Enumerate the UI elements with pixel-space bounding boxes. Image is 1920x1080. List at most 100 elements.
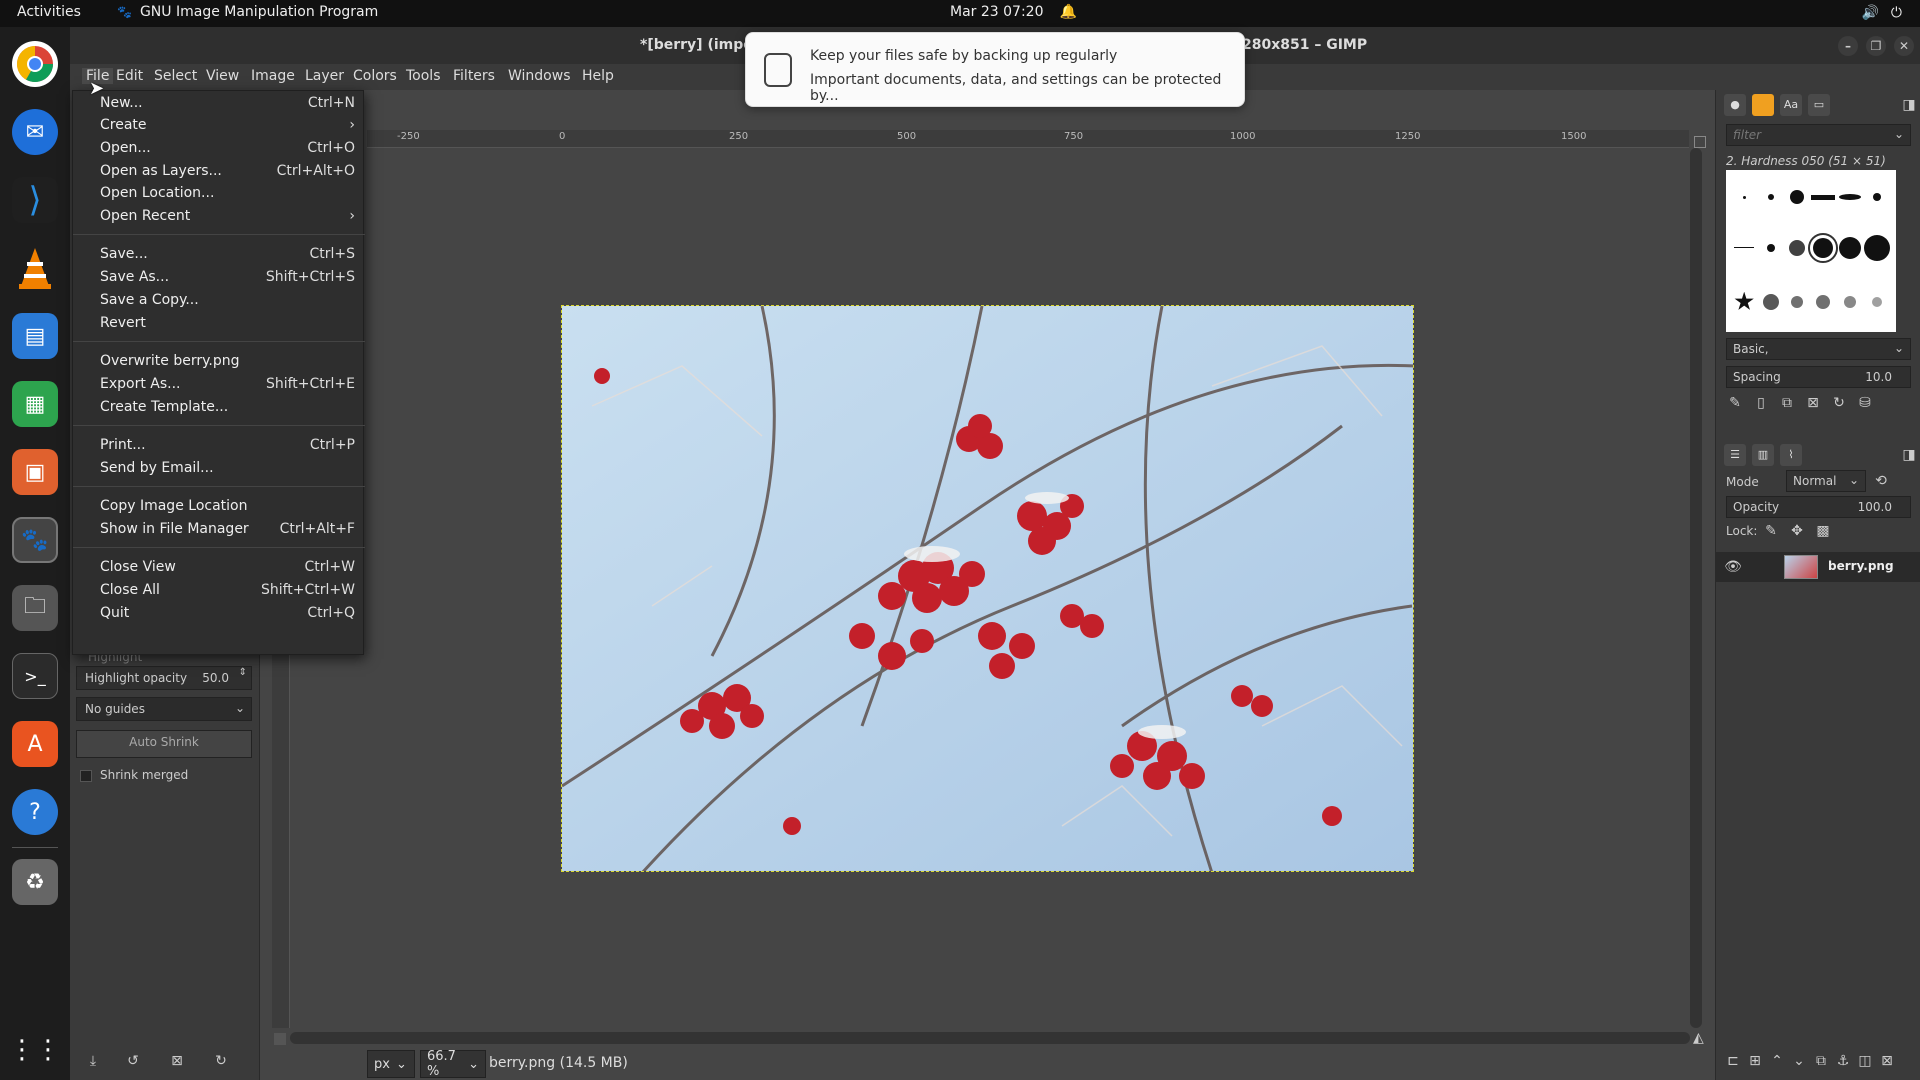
software-center-icon[interactable]: A <box>12 721 58 767</box>
horizontal-scrollbar[interactable] <box>290 1032 1690 1044</box>
reset-options-icon[interactable]: ↻ <box>212 1052 230 1070</box>
new-layer-icon[interactable]: ⊞ <box>1746 1052 1764 1070</box>
brush-swatch[interactable] <box>1816 294 1831 309</box>
show-apps-icon[interactable]: ⋮⋮ <box>9 1027 61 1073</box>
brush-swatch[interactable] <box>1811 194 1836 200</box>
zoom-select[interactable]: 66.7 % ⌄ <box>420 1049 486 1079</box>
vscode-icon[interactable]: ⟩ <box>12 177 58 223</box>
panel-menu-icon[interactable]: ◨ <box>1900 446 1918 464</box>
menu-item-open-as-layers[interactable]: Open as Layers... Ctrl+Alt+O <box>73 161 363 183</box>
menu-select[interactable]: Select <box>150 68 201 84</box>
auto-shrink-button[interactable]: Auto Shrink <box>76 730 252 758</box>
files-icon[interactable]: 🗀 <box>12 585 58 631</box>
menu-item-print[interactable]: Print... Ctrl+P <box>73 435 363 457</box>
calc-icon[interactable]: ▦ <box>12 381 58 427</box>
menu-image[interactable]: Image <box>247 68 299 84</box>
activities-button[interactable]: Activities <box>17 4 81 20</box>
menu-item-create-template[interactable]: Create Template... <box>73 397 363 419</box>
tab-fonts[interactable]: Aa <box>1780 94 1802 116</box>
menu-item-copy-location[interactable]: Copy Image Location <box>73 496 363 518</box>
brush-swatch[interactable] <box>1838 236 1861 259</box>
image-canvas[interactable] <box>561 305 1414 872</box>
delete-brush-icon[interactable]: ⊠ <box>1804 394 1822 412</box>
help-icon[interactable]: ? <box>12 789 58 835</box>
navigate-icon[interactable]: ◭ <box>1693 1030 1704 1046</box>
menu-tools[interactable]: Tools <box>402 68 445 84</box>
menu-filters[interactable]: Filters <box>449 68 499 84</box>
tab-layers[interactable]: ☰ <box>1724 444 1746 466</box>
brush-swatch[interactable] <box>1789 190 1804 205</box>
new-brush-icon[interactable]: ▯ <box>1752 394 1770 412</box>
tab-patterns[interactable] <box>1752 94 1774 116</box>
menu-item-send-email[interactable]: Send by Email... <box>73 458 363 480</box>
menu-item-close-all[interactable]: Close All Shift+Ctrl+W <box>73 580 363 602</box>
menu-edit[interactable]: Edit <box>112 68 147 84</box>
layer-mode-select[interactable]: Normal ⌄ <box>1786 470 1866 492</box>
brush-preset-select[interactable]: Basic, ⌄ <box>1726 338 1911 360</box>
brush-swatch[interactable] <box>1788 239 1805 256</box>
menu-help[interactable]: Help <box>578 68 618 84</box>
menu-windows[interactable]: Windows <box>504 68 575 84</box>
menu-item-close-view[interactable]: Close View Ctrl+W <box>73 557 363 579</box>
menu-item-overwrite[interactable]: Overwrite berry.png <box>73 351 363 373</box>
brush-swatch[interactable] <box>1863 234 1890 261</box>
delete-preset-icon[interactable]: ⊠ <box>168 1052 186 1070</box>
tab-document-history[interactable]: ▭ <box>1808 94 1830 116</box>
duplicate-brush-icon[interactable]: ⧉ <box>1778 394 1796 412</box>
brush-swatch[interactable] <box>1767 194 1774 201</box>
shrink-merged-checkbox[interactable] <box>80 770 92 782</box>
open-brush-icon[interactable]: ⛁ <box>1856 394 1874 412</box>
menu-colors[interactable]: Colors <box>349 68 401 84</box>
close-window-button[interactable]: ✕ <box>1894 36 1914 56</box>
guides-select[interactable]: No guides ⌄ <box>76 697 252 721</box>
layer-row[interactable]: 👁 berry.png <box>1716 552 1920 582</box>
quickmask-toggle[interactable] <box>274 1033 286 1045</box>
tab-paths[interactable]: ⌇ <box>1780 444 1802 466</box>
trash-icon[interactable]: ♻ <box>12 859 58 905</box>
menu-item-open[interactable]: Open... Ctrl+O <box>73 138 363 160</box>
vertical-scrollbar[interactable] <box>1690 148 1702 1028</box>
minimize-button[interactable]: – <box>1838 36 1858 56</box>
writer-icon[interactable]: ▤ <box>12 313 58 359</box>
eye-icon[interactable]: 👁 <box>1724 558 1742 576</box>
brush-swatch[interactable] <box>1790 295 1803 308</box>
brush-swatch[interactable] <box>1872 193 1881 202</box>
brush-grid[interactable] <box>1726 170 1896 332</box>
restore-preset-icon[interactable]: ↺ <box>124 1052 142 1070</box>
menu-item-create[interactable]: Create › <box>73 115 363 137</box>
highlight-opacity-field[interactable]: Highlight opacity 50.0 ⇕ <box>76 666 252 690</box>
brush-swatch[interactable] <box>1838 194 1861 201</box>
system-tray[interactable]: 🔊 ⏻ <box>1861 5 1902 21</box>
menu-item-export-as[interactable]: Export As... Shift+Ctrl+E <box>73 374 363 396</box>
duplicate-layer-icon[interactable]: ⧉ <box>1812 1052 1830 1070</box>
lock-pixels-icon[interactable]: ✎ <box>1762 522 1780 540</box>
lock-alpha-icon[interactable]: ▩ <box>1814 522 1832 540</box>
menu-item-open-recent[interactable]: Open Recent › <box>73 206 363 228</box>
menu-item-quit[interactable]: Quit Ctrl+Q <box>73 603 363 625</box>
refresh-brushes-icon[interactable]: ↻ <box>1830 394 1848 412</box>
brush-swatch[interactable] <box>1843 295 1856 308</box>
menu-item-save-copy[interactable]: Save a Copy... <box>73 290 363 312</box>
lower-layer-icon[interactable]: ⌄ <box>1790 1052 1808 1070</box>
terminal-icon[interactable]: >_ <box>12 653 58 699</box>
tab-brushes[interactable]: ● <box>1724 94 1746 116</box>
mode-reset-icon[interactable]: ⟲ <box>1872 472 1890 490</box>
tab-channels[interactable]: ▥ <box>1752 444 1774 466</box>
menu-item-new[interactable]: New... Ctrl+N <box>73 93 363 115</box>
edit-brush-icon[interactable]: ✎ <box>1726 394 1744 412</box>
lock-position-icon[interactable]: ✥ <box>1788 522 1806 540</box>
menu-item-revert[interactable]: Revert <box>73 313 363 335</box>
brush-swatch[interactable] <box>1871 296 1882 307</box>
brush-filter-input[interactable]: filter ⌄ <box>1726 124 1911 146</box>
zoom-lock-icon[interactable] <box>1694 136 1706 148</box>
panel-menu-icon[interactable]: ◨ <box>1900 96 1918 114</box>
brush-swatch-selected[interactable] <box>1808 232 1839 263</box>
thunderbird-icon[interactable]: ✉ <box>12 109 58 155</box>
spacing-field[interactable]: Spacing 10.0 <box>1726 366 1911 388</box>
layer-mask-icon[interactable]: ◫ <box>1856 1052 1874 1070</box>
raise-layer-icon[interactable]: ⌃ <box>1768 1052 1786 1070</box>
backup-notification[interactable]: Keep your files safe by backing up regul… <box>745 32 1245 107</box>
menu-item-show-in-file-manager[interactable]: Show in File Manager Ctrl+Alt+F <box>73 519 363 541</box>
app-menu[interactable]: 🐾 GNU Image Manipulation Program <box>117 4 378 20</box>
brush-swatch[interactable] <box>1742 195 1746 199</box>
